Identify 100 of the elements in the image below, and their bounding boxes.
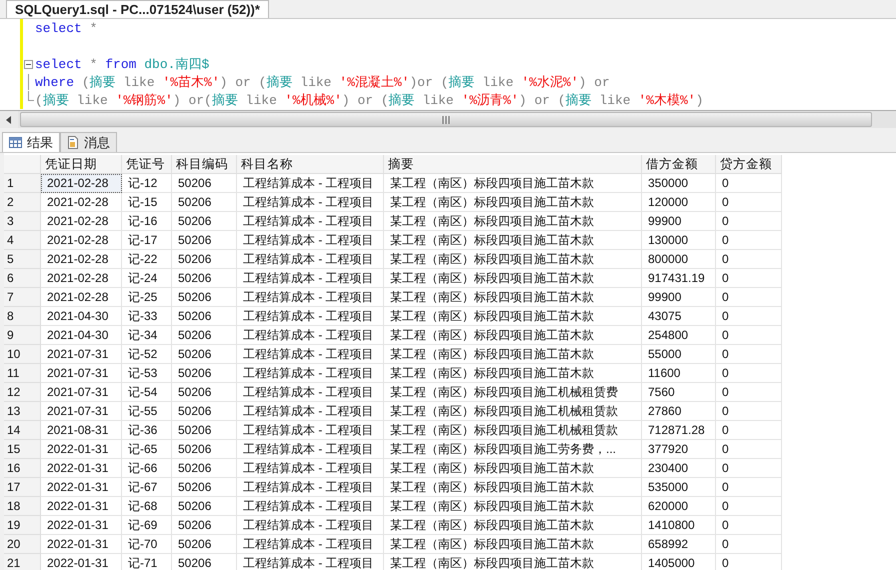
table-cell: 某工程（南区）标段四项目施工苗木款 <box>384 535 642 554</box>
result-tab[interactable]: 消息 <box>60 132 117 152</box>
sql-operator: ) or <box>578 74 610 90</box>
table-cell: 0 <box>716 459 782 478</box>
sql-keyword: where <box>35 74 74 90</box>
scrollbar-thumb[interactable] <box>20 112 872 127</box>
row-number[interactable]: 17 <box>4 478 41 497</box>
row-number[interactable]: 8 <box>4 307 41 326</box>
table-cell: 0 <box>716 440 782 459</box>
row-number[interactable]: 5 <box>4 250 41 269</box>
sql-keyword: select <box>35 56 82 72</box>
row-number[interactable]: 11 <box>4 364 41 383</box>
table-cell: 99900 <box>642 212 716 231</box>
row-number[interactable]: 9 <box>4 326 41 345</box>
table-cell: 工程结算成本 - 工程项目 <box>237 497 384 516</box>
column-header[interactable]: 科目编码 <box>172 155 237 174</box>
row-number[interactable]: 3 <box>4 212 41 231</box>
table-cell: 工程结算成本 - 工程项目 <box>237 421 384 440</box>
row-number[interactable]: 4 <box>4 231 41 250</box>
table-cell: 2021-02-28 <box>41 193 122 212</box>
table-cell: 1405000 <box>642 554 716 570</box>
table-cell: 50206 <box>172 516 237 535</box>
table-cell: 50206 <box>172 535 237 554</box>
table-cell: 712871.28 <box>642 421 716 440</box>
sql-operator: * <box>88 56 98 72</box>
table-cell: 50206 <box>172 383 237 402</box>
table-cell: 某工程（南区）标段四项目施工机械租赁款 <box>384 402 642 421</box>
row-number[interactable]: 2 <box>4 193 41 212</box>
table-cell: 27860 <box>642 402 716 421</box>
table-cell: 工程结算成本 - 工程项目 <box>237 402 384 421</box>
sql-string: '%沥青%' <box>462 92 519 109</box>
table-cell: 50206 <box>172 307 237 326</box>
table-cell: 记-65 <box>122 440 172 459</box>
table-cell: 0 <box>716 421 782 440</box>
table-cell: 记-15 <box>122 193 172 212</box>
table-cell: 0 <box>716 250 782 269</box>
table-cell: 50206 <box>172 497 237 516</box>
table-cell: 记-25 <box>122 288 172 307</box>
document-tab[interactable]: SQLQuery1.sql - PC...071524\user (52))* <box>6 0 269 18</box>
table-cell: 工程结算成本 - 工程项目 <box>237 193 384 212</box>
sql-identifier: 摘要 <box>212 92 238 109</box>
table-cell: 50206 <box>172 250 237 269</box>
table-cell: 某工程（南区）标段四项目施工苗木款 <box>384 174 642 193</box>
row-number[interactable]: 7 <box>4 288 41 307</box>
table-cell: 工程结算成本 - 工程项目 <box>237 440 384 459</box>
table-cell: 2021-02-28 <box>41 231 122 250</box>
table-cell: 工程结算成本 - 工程项目 <box>237 212 384 231</box>
sql-string: '%苗木%' <box>162 74 220 91</box>
table-cell: 50206 <box>172 288 237 307</box>
sql-operator: like <box>422 92 455 108</box>
table-cell: 某工程（南区）标段四项目施工苗木款 <box>384 478 642 497</box>
row-number[interactable]: 21 <box>4 554 41 570</box>
table-cell: 记-17 <box>122 231 172 250</box>
column-header[interactable]: 凭证日期 <box>41 155 122 174</box>
table-cell: 130000 <box>642 231 716 250</box>
table-cell: 某工程（南区）标段四项目施工机械租赁款 <box>384 421 642 440</box>
sql-operator: )or ( <box>410 74 449 90</box>
row-number[interactable]: 14 <box>4 421 41 440</box>
column-header[interactable]: 借方金额 <box>642 155 716 174</box>
table-cell: 记-52 <box>122 345 172 364</box>
fold-end-icon <box>28 91 34 101</box>
table-cell: 工程结算成本 - 工程项目 <box>237 250 384 269</box>
sql-operator: ) <box>696 92 704 108</box>
table-cell: 2022-01-31 <box>41 554 122 570</box>
row-number[interactable]: 12 <box>4 383 41 402</box>
collapse-icon[interactable] <box>24 60 33 68</box>
table-cell: 50206 <box>172 231 237 250</box>
row-number[interactable]: 19 <box>4 516 41 535</box>
row-number[interactable]: 1 <box>4 174 41 193</box>
sql-string: '%水泥%' <box>521 74 579 91</box>
table-cell: 55000 <box>642 345 716 364</box>
table-cell: 工程结算成本 - 工程项目 <box>237 516 384 535</box>
table-cell: 50206 <box>172 212 237 231</box>
row-number[interactable]: 6 <box>4 269 41 288</box>
sql-operator: ) or ( <box>342 92 389 108</box>
column-header[interactable]: 贷方金额 <box>716 155 782 174</box>
table-cell: 某工程（南区）标段四项目施工苗木款 <box>384 326 642 345</box>
sql-keyword: from <box>105 56 138 72</box>
table-cell: 记-12 <box>122 174 172 193</box>
row-number[interactable]: 16 <box>4 459 41 478</box>
column-header[interactable]: 凭证号 <box>122 155 172 174</box>
table-cell: 2021-07-31 <box>41 402 122 421</box>
sql-string: '%木模%' <box>638 92 696 109</box>
table-cell: 120000 <box>642 193 716 212</box>
table-cell: 50206 <box>172 478 237 497</box>
scroll-left-button[interactable] <box>0 111 18 128</box>
row-number[interactable]: 20 <box>4 535 41 554</box>
row-number[interactable]: 10 <box>4 345 41 364</box>
row-number[interactable]: 18 <box>4 497 41 516</box>
column-header[interactable]: 摘要 <box>384 155 642 174</box>
column-header[interactable]: 科目名称 <box>237 155 384 174</box>
table-cell: 0 <box>716 535 782 554</box>
table-cell: 7560 <box>642 383 716 402</box>
row-number[interactable]: 15 <box>4 440 41 459</box>
sql-operator: like <box>598 92 632 108</box>
result-tab[interactable]: 结果 <box>2 132 60 152</box>
table-cell: 2021-07-31 <box>41 383 122 402</box>
row-number[interactable]: 13 <box>4 402 41 421</box>
table-cell: 工程结算成本 - 工程项目 <box>237 326 384 345</box>
table-cell: 0 <box>716 345 782 364</box>
